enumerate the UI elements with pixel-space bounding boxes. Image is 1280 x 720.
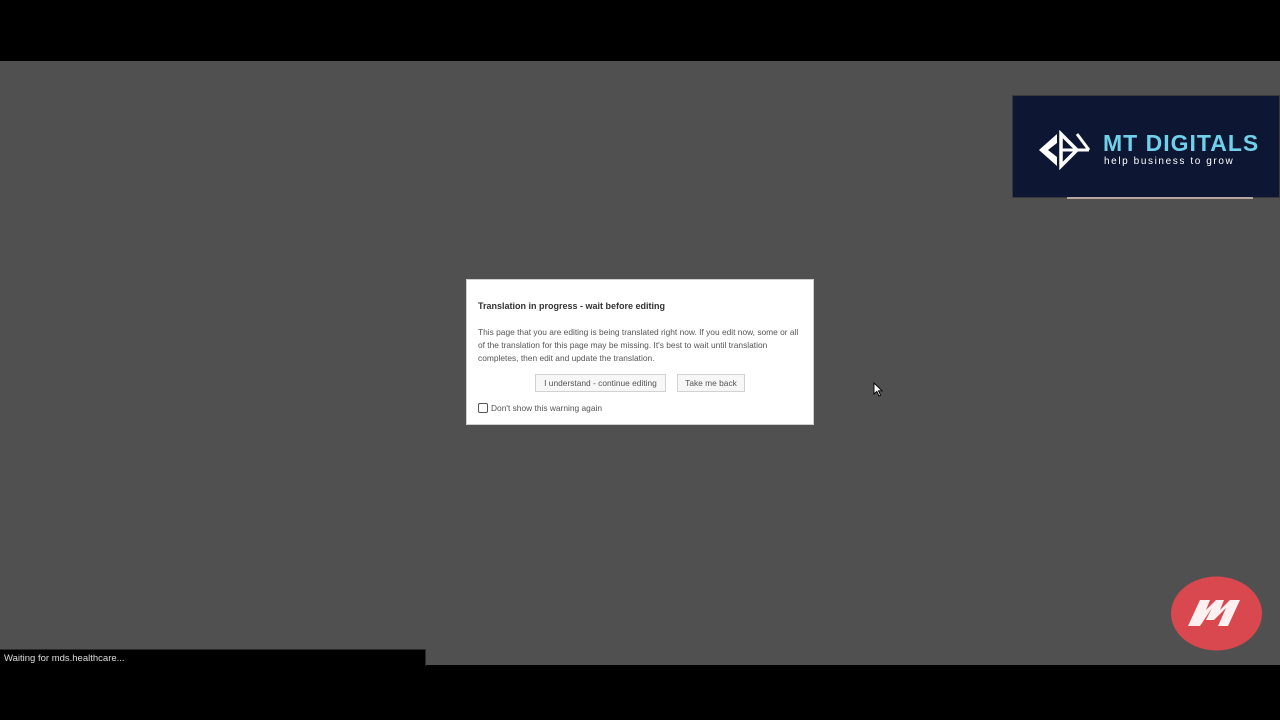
mouse-pointer-icon	[873, 382, 883, 397]
top-letterbox-bar	[0, 0, 1280, 61]
translation-warning-dialog: Translation in progress - wait before ed…	[466, 279, 814, 425]
logo-tagline: help business to grow	[1104, 156, 1235, 167]
browser-status-bar: Waiting for mds.healthcare...	[0, 649, 426, 666]
dont-show-again-checkbox[interactable]	[478, 403, 488, 413]
dialog-title: Translation in progress - wait before ed…	[478, 301, 666, 311]
brand-logo-icon	[1171, 576, 1262, 651]
mt-digitals-banner: MT DIGITALS help business to grow	[1012, 95, 1280, 199]
continue-editing-button[interactable]: I understand - continue editing	[535, 374, 666, 392]
status-text: Waiting for mds.healthcare...	[4, 653, 125, 664]
mt-digitals-logo-icon	[1039, 130, 1091, 170]
dont-show-again-option[interactable]: Don't show this warning again	[478, 403, 602, 413]
dialog-message: This page that you are editing is being …	[478, 327, 799, 363]
logo-divider	[1067, 197, 1253, 199]
bottom-letterbox-bar	[0, 665, 1280, 720]
logo-title: MT DIGITALS	[1103, 130, 1260, 156]
dont-show-again-label[interactable]: Don't show this warning again	[491, 403, 602, 413]
take-me-back-button[interactable]: Take me back	[677, 374, 745, 392]
